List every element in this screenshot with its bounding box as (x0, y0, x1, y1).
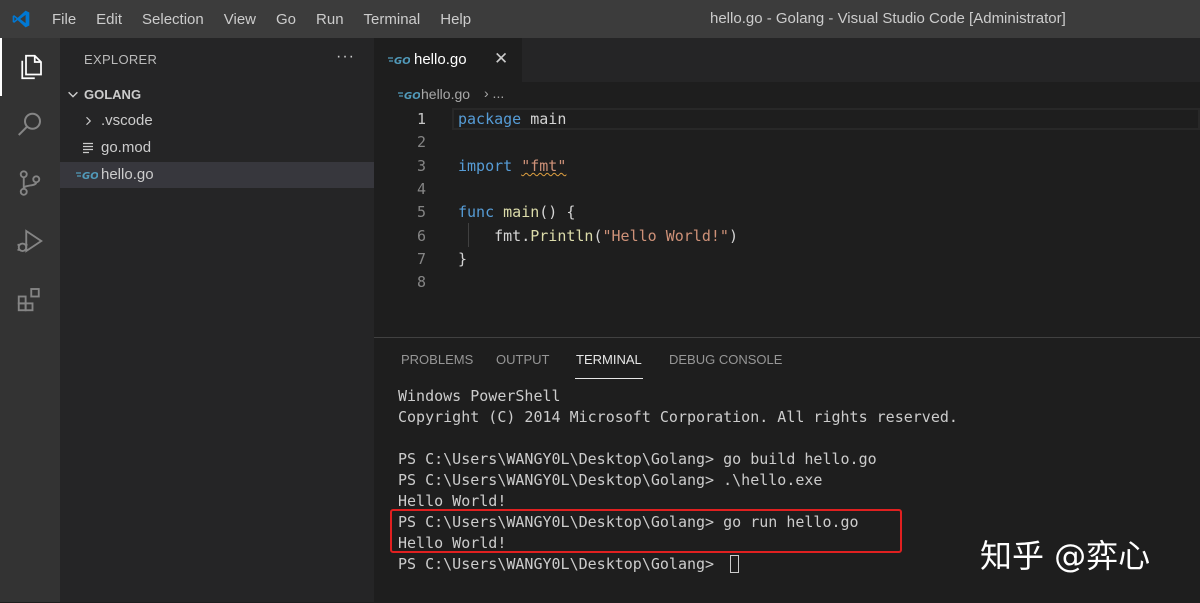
breadcrumb-rest[interactable]: › ... (484, 85, 504, 101)
activity-run-debug[interactable] (0, 212, 60, 270)
closing-brace: } (458, 250, 468, 268)
menu-view[interactable]: View (224, 11, 256, 28)
vscode-logo-icon (12, 10, 30, 28)
svg-text:GO: GO (404, 91, 420, 100)
tab-label: hello.go (414, 51, 467, 68)
keyword-package: package (458, 110, 522, 128)
breadcrumb: GO hello.go › ... (374, 82, 1200, 106)
go-file-icon: GO (398, 91, 420, 100)
activity-search[interactable] (0, 96, 60, 154)
more-actions-button[interactable]: ··· (336, 48, 355, 66)
function-name: main (503, 203, 540, 221)
folder-section-golang[interactable]: GOLANG (60, 84, 374, 106)
menu-file[interactable]: File (52, 11, 76, 28)
terminal-line: PS C:\Users\WANGY0L\Desktop\Golang> go b… (398, 450, 877, 468)
line-number: 6 (416, 227, 426, 245)
chevron-down-icon (68, 91, 78, 98)
terminal-line: Copyright (C) 2014 Microsoft Corporation… (398, 408, 958, 426)
breadcrumb-file[interactable]: hello.go (421, 86, 470, 102)
menu-run[interactable]: Run (316, 11, 344, 28)
terminal-line: Windows PowerShell (398, 387, 561, 405)
line-number: 3 (416, 157, 426, 175)
tab-output[interactable]: OUTPUT (496, 352, 549, 367)
title-bar: File Edit Selection View Go Run Terminal… (0, 0, 1200, 38)
tree-item-label: hello.go (101, 166, 154, 183)
highlight-box (390, 509, 902, 553)
tree-item-hello-go[interactable]: GO hello.go (60, 162, 374, 188)
menu-bar: File Edit Selection View Go Run Terminal… (52, 0, 491, 38)
tab-problems[interactable]: PROBLEMS (401, 352, 473, 367)
menu-edit[interactable]: Edit (96, 11, 122, 28)
svg-text:GO: GO (82, 171, 98, 180)
code-line-3: import "fmt" (458, 157, 566, 175)
keyword-func: func (458, 203, 495, 221)
source-control-icon (19, 170, 41, 196)
tab-terminal[interactable]: TERMINAL (576, 352, 642, 367)
active-tab-indicator (575, 378, 643, 379)
terminal-line: Hello World! (398, 492, 507, 510)
line-number: 7 (416, 250, 426, 268)
window-title: hello.go - Golang - Visual Studio Code [… (710, 10, 1066, 27)
go-file-icon: GO (76, 171, 98, 180)
terminal-line: PS C:\Users\WANGY0L\Desktop\Golang> .\he… (398, 471, 823, 489)
code-editor[interactable]: 1 2 3 4 5 6 7 8 package main import "fmt… (374, 107, 1200, 337)
terminal-cursor (730, 555, 739, 573)
indent-guide (468, 223, 469, 247)
paren-open: ( (593, 227, 603, 245)
line-number: 4 (416, 180, 426, 198)
run-debug-icon (17, 229, 43, 253)
explorer-sidebar: EXPLORER ··· GOLANG .vscode go.mod GO he… (60, 38, 374, 602)
code-line-6: fmt.Println("Hello World!") (458, 227, 738, 245)
terminal-prompt[interactable]: PS C:\Users\WANGY0L\Desktop\Golang> (398, 555, 723, 573)
explorer-icon (21, 54, 42, 80)
line-number: 8 (416, 273, 426, 291)
watermark: 知乎 @弈心 (980, 537, 1151, 575)
close-icon[interactable]: ✕ (494, 49, 508, 69)
file-lines-icon (83, 142, 93, 154)
chevron-right-icon (86, 116, 92, 126)
function-call: Println (530, 227, 594, 245)
menu-selection[interactable]: Selection (142, 11, 204, 28)
paren-close: ) (728, 227, 738, 245)
string-literal: "Hello World!" (602, 227, 729, 245)
search-icon (18, 112, 41, 136)
tree-item-label: .vscode (101, 112, 153, 129)
line-number: 2 (416, 133, 426, 151)
folder-name: GOLANG (84, 87, 142, 102)
menu-terminal[interactable]: Terminal (364, 11, 421, 28)
code-line-5: func main() { (458, 203, 575, 221)
line-number: 1 (416, 110, 426, 128)
import-string: "fmt" (521, 157, 567, 175)
tab-debug-console[interactable]: DEBUG CONSOLE (669, 352, 782, 367)
line-number: 5 (416, 203, 426, 221)
svg-text:GO: GO (394, 56, 410, 65)
menu-help[interactable]: Help (440, 11, 471, 28)
activity-bar (0, 38, 60, 602)
keyword-import: import (458, 157, 513, 175)
function-signature: () { (539, 203, 576, 221)
tree-item-go-mod[interactable]: go.mod (60, 135, 374, 161)
dot: . (521, 227, 531, 245)
code-line-1: package main (458, 110, 566, 128)
go-file-icon: GO (388, 56, 410, 65)
package-ref: fmt (494, 227, 522, 245)
activity-explorer[interactable] (0, 38, 60, 96)
extensions-icon (17, 288, 40, 312)
code-line-7: } (458, 250, 467, 268)
sidebar-title: EXPLORER (84, 52, 158, 67)
package-name: main (521, 110, 567, 128)
tab-hello-go[interactable]: GO hello.go ✕ (374, 38, 522, 82)
tree-item-label: go.mod (101, 139, 152, 156)
activity-source-control[interactable] (0, 154, 60, 212)
tree-item-vscode[interactable]: .vscode (60, 108, 374, 134)
activity-extensions[interactable] (0, 270, 60, 328)
editor-tabs: GO hello.go ✕ (374, 38, 1200, 82)
menu-go[interactable]: Go (276, 11, 296, 28)
